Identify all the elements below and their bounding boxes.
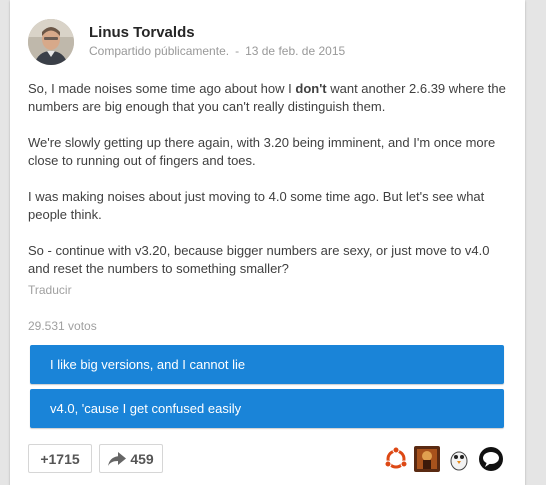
sharer-avatar-ubuntu[interactable] bbox=[383, 446, 409, 472]
post-card: Linus Torvalds Compartido públicamente. -… bbox=[10, 0, 525, 485]
post-body: So, I made noises some time ago about ho… bbox=[28, 80, 508, 278]
author-name[interactable]: Linus Torvalds bbox=[89, 24, 195, 41]
author-photo bbox=[28, 19, 74, 65]
penguin-icon bbox=[446, 446, 472, 472]
author-avatar[interactable] bbox=[28, 19, 74, 65]
post-date[interactable]: 13 de feb. de 2015 bbox=[245, 44, 345, 58]
sharer-avatar-penguin[interactable] bbox=[446, 446, 472, 472]
ubuntu-icon bbox=[383, 446, 409, 472]
meta-separator: - bbox=[235, 44, 240, 58]
translate-link[interactable]: Traducir bbox=[28, 283, 72, 297]
paragraph-text: So, I made noises some time ago about ho… bbox=[28, 81, 296, 96]
post-paragraph: So - continue with v3.20, because bigger… bbox=[28, 243, 490, 276]
visibility-label[interactable]: Compartido públicamente. bbox=[89, 44, 229, 58]
share-button[interactable]: 459 bbox=[99, 444, 163, 473]
speech-bubble-icon bbox=[478, 446, 504, 472]
poll-option-label: I like big versions, and I cannot lie bbox=[50, 357, 246, 372]
post-paragraph: So, I made noises some time ago about ho… bbox=[28, 80, 508, 116]
poll-option-2[interactable]: v4.0, 'cause I get confused easily bbox=[30, 389, 504, 428]
plus-one-button[interactable]: +1715 bbox=[28, 444, 92, 473]
poll-option-label: v4.0, 'cause I get confused easily bbox=[50, 401, 242, 416]
share-count: 459 bbox=[130, 450, 154, 467]
post-paragraph: I was making noises about just moving to… bbox=[28, 189, 485, 222]
sharer-avatar-illustration[interactable] bbox=[414, 446, 440, 472]
illustration-icon bbox=[414, 446, 440, 472]
sharer-avatar-speech-bubble[interactable] bbox=[478, 446, 504, 472]
poll-option-1[interactable]: I like big versions, and I cannot lie bbox=[30, 345, 504, 384]
poll-vote-count: 29.531 votos bbox=[28, 319, 97, 333]
emphasis-text: don't bbox=[295, 81, 327, 96]
post-paragraph: We're slowly getting up there again, wit… bbox=[28, 135, 496, 168]
plus-one-count: +1715 bbox=[40, 450, 80, 467]
post-meta: Compartido públicamente. -13 de feb. de 2… bbox=[89, 44, 345, 58]
share-arrow-icon bbox=[108, 451, 127, 466]
